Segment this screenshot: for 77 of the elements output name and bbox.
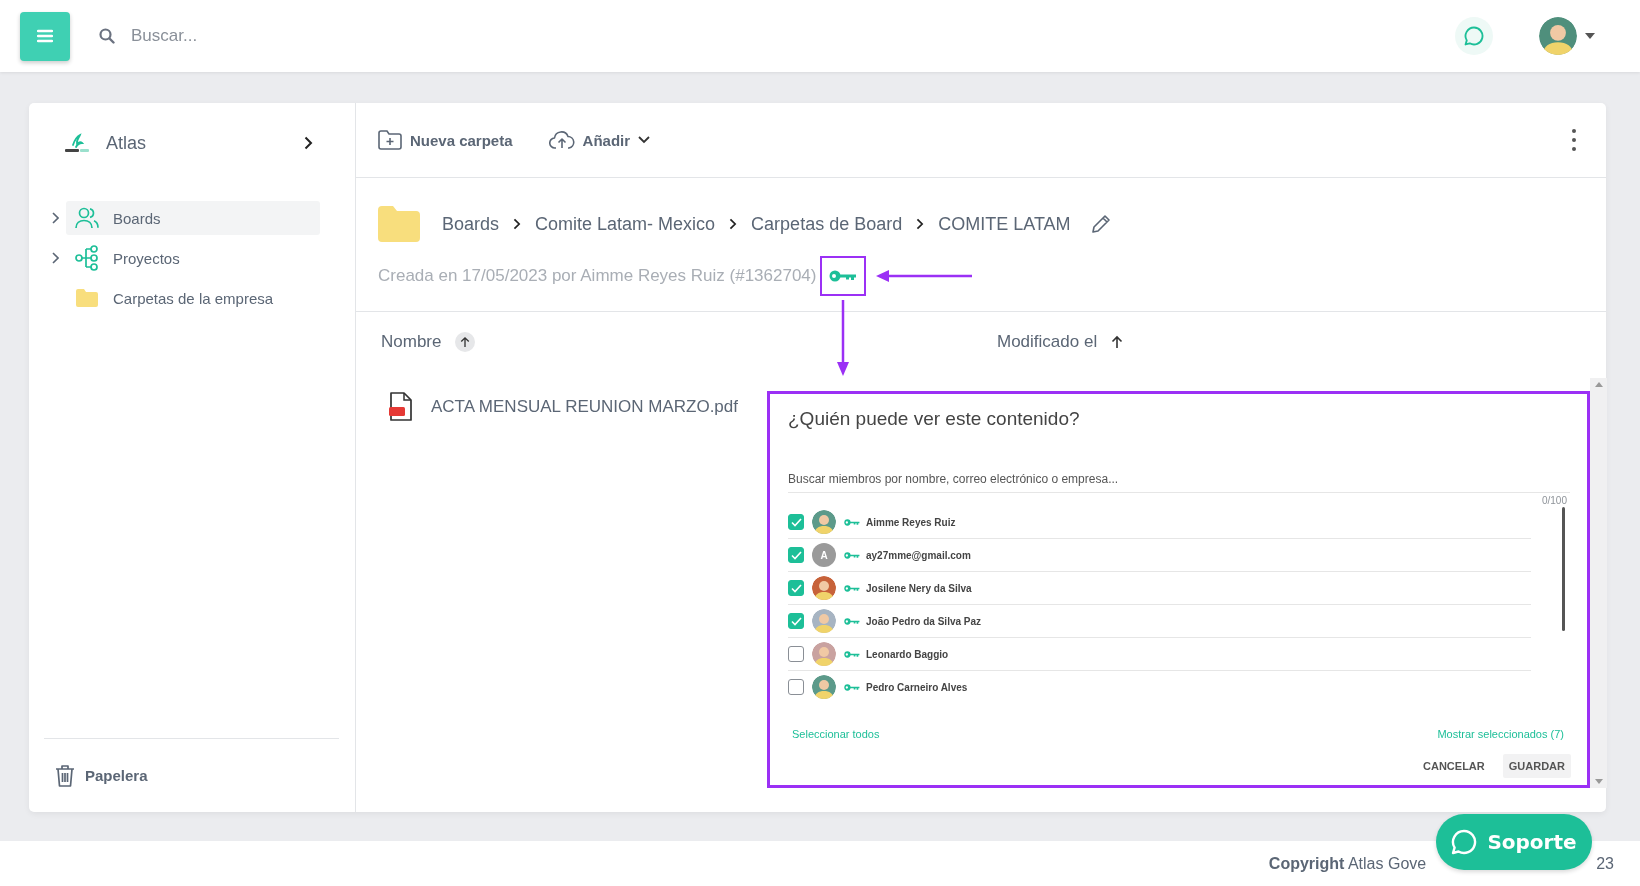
pdf-file-icon — [389, 392, 413, 422]
breadcrumb-separator-icon — [729, 218, 738, 230]
scrollbar[interactable] — [1590, 378, 1607, 788]
new-folder-icon — [378, 130, 402, 150]
member-name: Leonardo Baggio — [866, 648, 949, 660]
breadcrumb-link[interactable]: Boards — [442, 213, 500, 235]
key-icon — [844, 650, 860, 658]
scroll-up-icon[interactable] — [1594, 382, 1603, 387]
avatar-initial: A — [812, 543, 836, 567]
trash-icon — [55, 763, 75, 788]
copyright-text: 23 — [1596, 854, 1614, 873]
sidebar-item[interactable]: Boards — [66, 201, 320, 235]
breadcrumb-separator-icon — [513, 218, 522, 230]
chat-icon — [1451, 829, 1478, 855]
folder-icon — [76, 289, 98, 307]
breadcrumb-separator-icon — [916, 218, 925, 230]
chevron-right-icon[interactable] — [304, 136, 313, 150]
member-name: ay27mme@gmail.com — [866, 549, 971, 561]
avatar-icon — [812, 642, 836, 666]
caret-icon[interactable] — [1585, 33, 1595, 39]
column-header[interactable]: Nombre — [381, 332, 442, 352]
checkbox[interactable] — [788, 613, 804, 629]
save-button[interactable]: GUARDAR — [1502, 754, 1571, 778]
created-info: Creada en 17/05/2023 por Aimme Reyes Ruiz (#1362704) — [378, 266, 817, 286]
checkbox[interactable] — [788, 679, 804, 695]
chat-icon — [1464, 26, 1484, 46]
avatar-icon — [812, 609, 836, 633]
scrollbar-thumb[interactable] — [1562, 507, 1565, 631]
chat-button[interactable] — [1455, 17, 1493, 55]
chevron-down-icon — [638, 136, 651, 144]
breadcrumb-link[interactable]: Carpetas de Board — [751, 213, 903, 235]
dialog-title: ¿Quién puede ver este contenido? — [788, 408, 1081, 430]
sort-button[interactable] — [455, 332, 476, 352]
arrow-up-icon — [460, 336, 471, 348]
search-field[interactable]: Buscar... — [131, 26, 431, 46]
arrow-up-icon[interactable] — [1111, 335, 1124, 349]
member-search-field[interactable]: Buscar miembros por nombre, correo electrónico o empresa... — [788, 472, 1570, 493]
cloud-upload-icon — [548, 131, 575, 149]
new-folder-button[interactable]: Nueva carpeta — [378, 130, 513, 150]
member-name: Josilene Nery da Silva — [866, 582, 972, 594]
logo-icon — [63, 133, 91, 153]
key-icon — [828, 270, 857, 282]
breadcrumb-link[interactable]: COMITE LATAM — [938, 213, 1071, 235]
key-icon — [844, 551, 860, 559]
menu-button[interactable] — [20, 11, 70, 61]
column-header[interactable]: Modificado el — [997, 332, 1098, 352]
search-icon — [99, 28, 115, 44]
checkbox[interactable] — [788, 646, 804, 662]
member-name: Pedro Carneiro Alves — [866, 681, 968, 693]
people-icon — [75, 207, 99, 229]
key-icon — [844, 617, 860, 625]
hierarchy-icon — [75, 245, 99, 271]
member-name: João Pedro da Silva Paz — [866, 615, 982, 627]
checkbox[interactable] — [788, 580, 804, 596]
more-icon[interactable] — [1572, 129, 1576, 151]
character-counter: 0/100 — [1540, 495, 1567, 506]
avatar-icon — [812, 576, 836, 600]
trash-link[interactable]: Papelera — [44, 738, 339, 812]
checkbox[interactable] — [788, 547, 804, 563]
breadcrumb-link[interactable]: Comite Latam- Mexico — [535, 213, 716, 235]
workspace-name: Atlas — [106, 132, 148, 154]
copyright-text: Copyright Atlas Gove — [1268, 854, 1427, 873]
key-icon — [844, 584, 860, 592]
member-name: Aimme Reyes Ruiz — [866, 516, 956, 528]
folder-icon — [378, 206, 420, 242]
avatar-icon — [1539, 17, 1577, 55]
menu-icon — [37, 29, 53, 43]
scroll-down-icon[interactable] — [1594, 779, 1603, 784]
add-button[interactable]: Añadir — [548, 131, 651, 149]
key-icon — [844, 518, 860, 526]
avatar-icon — [812, 675, 836, 699]
file-name[interactable]: ACTA MENSUAL REUNION MARZO.pdf — [431, 397, 738, 417]
cancel-button[interactable]: CANCELAR — [1417, 754, 1491, 778]
key-icon — [844, 683, 860, 691]
pencil-icon[interactable] — [1090, 214, 1111, 234]
avatar-icon — [812, 510, 836, 534]
checkbox[interactable] — [788, 514, 804, 530]
